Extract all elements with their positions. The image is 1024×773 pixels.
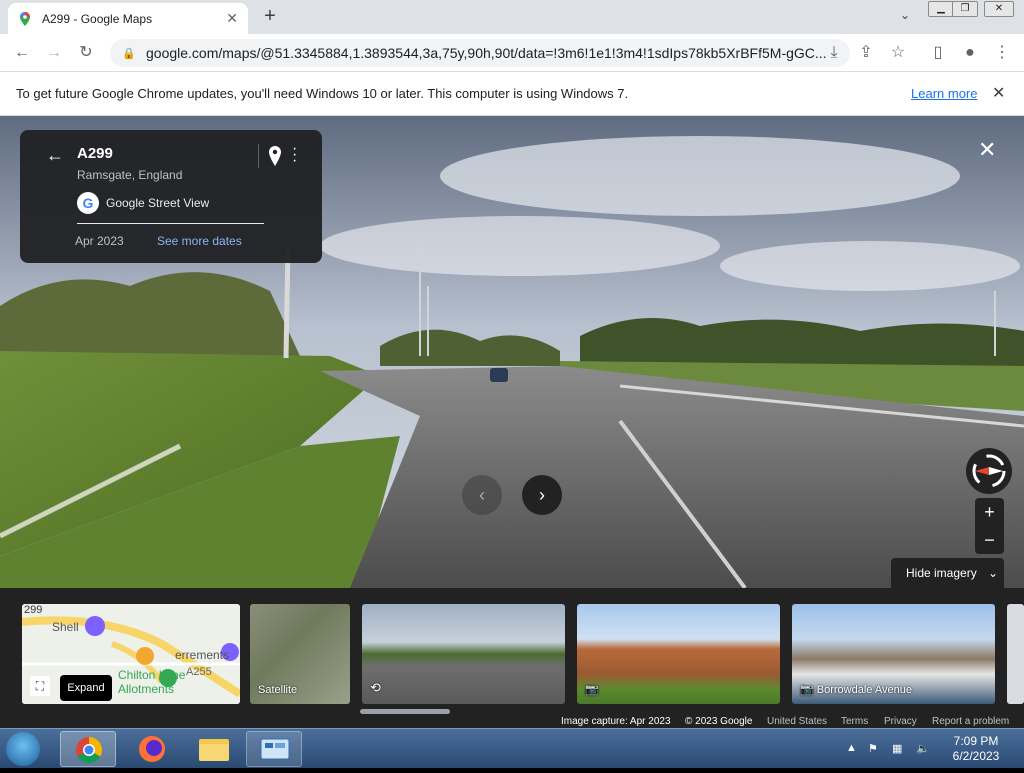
reload-icon[interactable]: ↻	[74, 41, 98, 65]
action-center-icon[interactable]: ⚑	[868, 742, 882, 756]
zoom-in-button[interactable]: +	[975, 498, 1004, 526]
control-panel-icon	[260, 738, 290, 760]
capture-date: Apr 2023	[75, 234, 124, 248]
satellite-thumbnail[interactable]: Satellite	[250, 604, 350, 704]
windows-taskbar: ▲ ⚑ ▦ 🔈 7:09 PM 6/2/2023	[0, 728, 1024, 768]
clock-time: 7:09 PM	[953, 734, 999, 748]
back-icon[interactable]: ←	[10, 41, 34, 65]
chevron-down-icon: ⌄	[988, 566, 999, 580]
update-infobar: To get future Google Chrome updates, you…	[0, 72, 1024, 116]
network-icon[interactable]: ▦	[892, 742, 906, 756]
borrowdale-label: Borrowdale Avenue	[816, 684, 912, 696]
bookmark-star-icon[interactable]: ☆	[886, 41, 910, 65]
back-arrow-icon[interactable]: ←	[46, 145, 64, 166]
infobar-message: To get future Google Chrome updates, you…	[16, 86, 629, 101]
url-text: google.com/maps/@51.3345884,1.3893544,3a…	[146, 45, 826, 61]
map-footer: Image capture: Apr 2023 © 2023 Google Un…	[0, 716, 1024, 728]
tab-title: A299 - Google Maps	[42, 11, 153, 26]
share-icon[interactable]: ⇪	[854, 41, 878, 65]
close-street-view-icon[interactable]: ✕	[978, 137, 996, 163]
taskbar-firefox[interactable]	[124, 731, 180, 767]
clock-date: 6/2/2023	[952, 749, 1000, 763]
map-place-label: errements	[175, 648, 230, 662]
location-pin-icon[interactable]	[268, 146, 282, 166]
next-arrow-button[interactable]: ›	[522, 475, 562, 515]
address-bar[interactable]: 🔒 google.com/maps/@51.3345884,1.3893544,…	[110, 39, 850, 67]
chrome-icon	[76, 736, 103, 764]
system-clock[interactable]: 7:09 PM 6/2/2023	[946, 734, 1006, 764]
street-view-info-card: ← A299 Ramsgate, England G Google Street…	[20, 130, 322, 263]
profile-avatar-icon[interactable]: ●	[958, 41, 982, 65]
taskbar-explorer[interactable]	[186, 731, 242, 767]
zoom-control: + −	[975, 498, 1004, 554]
strip-scrollbar[interactable]	[360, 709, 450, 714]
tray-expand-icon[interactable]: ▲	[846, 742, 860, 756]
360-icon: ⟲	[370, 680, 381, 695]
photo-thumbnail-partial[interactable]	[1007, 604, 1024, 704]
learn-more-link[interactable]: Learn more	[911, 86, 977, 101]
maps-pin-icon	[20, 11, 30, 26]
restore-button[interactable]: ❐	[952, 1, 978, 17]
report-problem-link[interactable]: Report a problem	[932, 716, 1009, 727]
tab-search-chevron-icon[interactable]: ⌄	[896, 8, 914, 26]
tab-close-icon[interactable]: ✕	[226, 10, 238, 27]
lock-icon: 🔒	[122, 47, 136, 60]
separator	[258, 144, 259, 168]
tab-google-maps[interactable]: A299 - Google Maps ✕	[8, 3, 248, 34]
volume-icon[interactable]: 🔈	[916, 742, 930, 756]
new-tab-button[interactable]: +	[258, 4, 282, 28]
install-icon[interactable]: ⤓	[822, 41, 846, 65]
zoom-out-button[interactable]: −	[975, 526, 1004, 554]
chrome-menu-icon[interactable]: ⋮	[990, 41, 1014, 65]
copyright-text: © 2023 Google	[685, 716, 753, 727]
side-panel-icon[interactable]: ▯	[926, 41, 950, 65]
terms-link[interactable]: Terms	[841, 716, 868, 727]
map-allotments-label: Allotments	[118, 682, 175, 696]
map-road2-label: A255	[186, 666, 212, 678]
minimize-button[interactable]: ▁	[928, 1, 954, 17]
google-logo-icon: G	[77, 192, 99, 214]
street-view-source: G Google Street View	[77, 192, 209, 214]
start-button[interactable]	[6, 732, 40, 766]
privacy-link[interactable]: Privacy	[884, 716, 917, 727]
tab-strip: A299 - Google Maps ✕ + ⌄ ▁ ❐ ✕	[0, 0, 1024, 34]
expand-tooltip: Expand	[60, 675, 112, 701]
prev-arrow-button[interactable]: ‹	[462, 475, 502, 515]
photo-thumbnail-house[interactable]: 📷	[577, 604, 780, 704]
firefox-icon	[139, 736, 165, 762]
browser-toolbar: ← → ↻ 🔒 google.com/maps/@51.3345884,1.38…	[0, 34, 1024, 72]
hide-imagery-button[interactable]: Hide imagery ⌄	[891, 558, 1004, 588]
map-road-label: 299	[24, 604, 43, 616]
divider	[77, 223, 264, 224]
taskbar-app[interactable]	[246, 731, 302, 767]
map-chilton-label: Chilton Lane	[118, 668, 186, 682]
place-title: A299	[77, 145, 113, 162]
street-view-thumbnail[interactable]: ⟲	[362, 604, 565, 704]
hide-imagery-label: Hide imagery	[906, 566, 977, 580]
compass-icon[interactable]	[966, 448, 1012, 494]
infobar-close-icon[interactable]: ✕	[992, 83, 1005, 103]
map-thumbnail[interactable]: 299 Shell errements Chilton Lane Allotme…	[22, 604, 240, 704]
country-link[interactable]: United States	[767, 716, 827, 727]
forward-icon[interactable]: →	[42, 41, 66, 65]
taskbar-chrome[interactable]	[60, 731, 116, 767]
folder-icon	[199, 739, 229, 761]
see-more-dates-link[interactable]: See more dates	[157, 234, 242, 248]
borrowdale-caption: 📷 Borrowdale Avenue	[800, 684, 912, 696]
photo-thumbnail-marina[interactable]: 📷 Borrowdale Avenue	[792, 604, 995, 704]
place-location: Ramsgate, England	[77, 168, 183, 182]
expand-icon[interactable]: ⛶	[30, 676, 50, 696]
source-label: Google Street View	[106, 196, 210, 210]
camera-icon: 📷	[585, 684, 599, 696]
more-options-icon[interactable]: · · ·	[292, 141, 297, 169]
imagery-strip: 299 Shell errements Chilton Lane Allotme…	[0, 588, 1024, 716]
satellite-label: Satellite	[258, 684, 298, 696]
close-window-button[interactable]: ✕	[984, 1, 1014, 17]
map-shell-label: Shell	[52, 620, 79, 634]
image-capture-text: Image capture: Apr 2023	[561, 716, 671, 727]
